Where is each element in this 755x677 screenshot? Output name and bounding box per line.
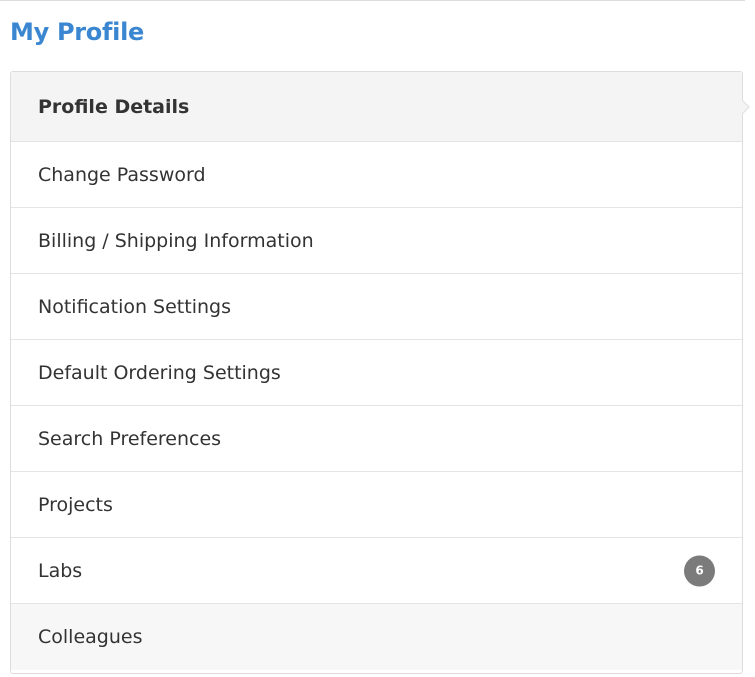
menu-item-label: Projects xyxy=(38,493,113,516)
labs-count-badge: 6 xyxy=(684,555,715,586)
menu-item-labs[interactable]: Labs 6 xyxy=(11,538,742,604)
page-title: My Profile xyxy=(10,18,144,46)
menu-item-billing-shipping[interactable]: Billing / Shipping Information xyxy=(11,208,742,274)
menu-item-profile-details[interactable]: Profile Details xyxy=(11,72,750,142)
menu-item-label: Notification Settings xyxy=(38,295,231,318)
menu-item-label: Profile Details xyxy=(38,95,190,118)
menu-item-label: Labs xyxy=(38,559,83,582)
menu-item-label: Colleagues xyxy=(38,626,143,648)
active-indicator-arrow-icon xyxy=(741,99,750,115)
menu-item-label: Search Preferences xyxy=(38,427,222,450)
menu-item-change-password[interactable]: Change Password xyxy=(11,142,742,208)
profile-menu-list: Profile Details Change Password Billing … xyxy=(11,72,750,670)
menu-item-label: Default Ordering Settings xyxy=(38,361,281,384)
menu-item-label: Change Password xyxy=(38,163,206,186)
menu-item-search-preferences[interactable]: Search Preferences xyxy=(11,406,742,472)
menu-item-projects[interactable]: Projects xyxy=(11,472,742,538)
profile-menu: Profile Details Change Password Billing … xyxy=(10,71,750,674)
menu-item-label: Billing / Shipping Information xyxy=(38,229,314,252)
top-divider xyxy=(0,0,745,1)
menu-item-default-ordering-settings[interactable]: Default Ordering Settings xyxy=(11,340,742,406)
menu-item-colleagues[interactable]: Colleagues xyxy=(11,604,742,670)
menu-item-notification-settings[interactable]: Notification Settings xyxy=(11,274,742,340)
